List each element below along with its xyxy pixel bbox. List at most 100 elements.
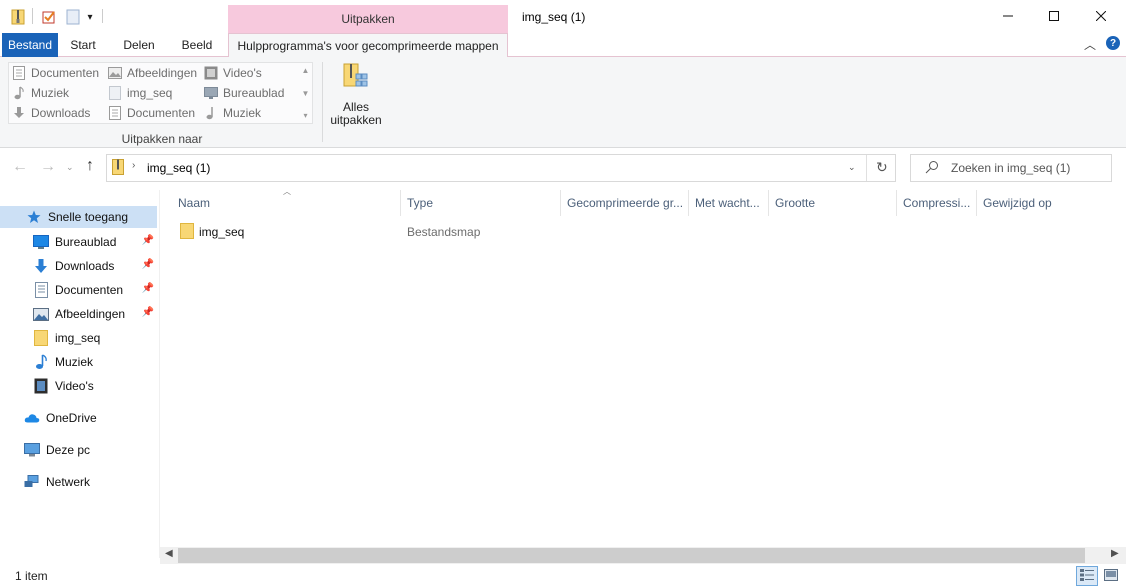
details-view-button[interactable] bbox=[1076, 566, 1098, 586]
address-bar[interactable] bbox=[106, 154, 896, 182]
pin-icon[interactable]: 📌 bbox=[142, 259, 154, 270]
this-pc-icon bbox=[24, 442, 40, 458]
large-icons-view-button[interactable] bbox=[1100, 566, 1122, 586]
table-row[interactable] bbox=[170, 220, 1120, 242]
scrollbar-thumb[interactable] bbox=[178, 548, 1085, 563]
address-path[interactable]: img_seq (1) bbox=[147, 161, 210, 175]
gallery-scrollbar[interactable]: ▲ ▼ ▾ bbox=[299, 63, 312, 123]
tab-start[interactable]: Start bbox=[60, 33, 106, 57]
status-item-count: 1 item bbox=[15, 569, 48, 583]
tab-bestand[interactable]: Bestand bbox=[2, 33, 58, 57]
maximize-button[interactable] bbox=[1031, 0, 1077, 32]
refresh-icon[interactable]: ↻ bbox=[876, 159, 888, 176]
pin-icon[interactable]: 📌 bbox=[142, 235, 154, 246]
extract-all-button[interactable]: Alles uitpakken bbox=[328, 62, 384, 127]
gallery-column: Afbeeldingen img_seq Documenten bbox=[108, 63, 197, 123]
tab-compressed-folder-tools[interactable]: Hulpprogramma's voor gecomprimeerde mapp… bbox=[228, 33, 508, 58]
column-header-type[interactable]: Type bbox=[407, 196, 433, 210]
large-icons-view-icon bbox=[1104, 568, 1118, 584]
divider bbox=[32, 8, 33, 24]
column-divider[interactable] bbox=[688, 190, 689, 216]
folder-icon bbox=[180, 223, 194, 242]
scroll-right-icon[interactable]: ▶ bbox=[1111, 548, 1119, 559]
gallery-item-label: img_seq bbox=[127, 86, 173, 100]
gallery-item[interactable]: Documenten bbox=[12, 63, 99, 83]
videos-icon bbox=[33, 378, 49, 394]
sidebar-item-label: Snelle toegang bbox=[48, 210, 129, 224]
zip-folder-icon[interactable] bbox=[10, 8, 26, 26]
sidebar-item-label: img_seq bbox=[55, 331, 101, 345]
help-icon[interactable]: ? bbox=[1106, 36, 1120, 50]
column-divider[interactable] bbox=[768, 190, 769, 216]
gallery-item[interactable]: Video's bbox=[204, 63, 284, 83]
scroll-left-icon[interactable]: ◀ bbox=[165, 548, 173, 559]
sidebar-item-label: Afbeeldingen bbox=[55, 307, 126, 321]
column-divider[interactable] bbox=[896, 190, 897, 216]
gallery-up-icon[interactable]: ▲ bbox=[302, 66, 310, 75]
up-button[interactable]: ↑ bbox=[86, 157, 94, 175]
column-header-compression[interactable]: Compressi... bbox=[903, 196, 970, 210]
column-header-size[interactable]: Grootte bbox=[775, 196, 815, 210]
gallery-more-icon[interactable]: ▾ bbox=[303, 111, 307, 120]
sidebar-item-onedrive[interactable]: OneDrive bbox=[0, 407, 157, 429]
sidebar-item-desktop[interactable]: Bureaublad 📌 bbox=[0, 231, 157, 253]
properties-icon[interactable] bbox=[40, 8, 58, 26]
sidebar-item-downloads[interactable]: Downloads 📌 bbox=[0, 255, 157, 277]
network-icon bbox=[24, 474, 40, 490]
sidebar-item-documents[interactable]: Documenten 📌 bbox=[0, 279, 157, 301]
column-divider[interactable] bbox=[976, 190, 977, 216]
close-button[interactable] bbox=[1078, 0, 1124, 32]
search-placeholder: Zoeken in img_seq (1) bbox=[951, 161, 1071, 175]
sidebar-item-videos[interactable]: Video's bbox=[0, 375, 157, 397]
gallery-item-label: Downloads bbox=[31, 106, 91, 120]
column-header-name[interactable]: Naam bbox=[178, 196, 210, 210]
zip-folder-icon bbox=[112, 159, 124, 178]
sidebar-item-music[interactable]: Muziek bbox=[0, 351, 157, 373]
gallery-item[interactable]: Muziek bbox=[12, 83, 99, 103]
new-folder-icon[interactable] bbox=[64, 8, 82, 26]
downloads-icon bbox=[12, 106, 26, 120]
breadcrumb-chevron-icon[interactable]: › bbox=[132, 160, 135, 171]
gallery-item-label: Video's bbox=[223, 66, 262, 80]
column-divider[interactable] bbox=[400, 190, 401, 216]
sidebar-item-pictures[interactable]: Afbeeldingen 📌 bbox=[0, 303, 157, 325]
column-header-compressed-size[interactable]: Gecomprimeerde gr... bbox=[567, 196, 683, 210]
gallery-item-label: Afbeeldingen bbox=[127, 66, 198, 80]
address-dropdown-icon[interactable]: ⌄ bbox=[848, 162, 856, 173]
context-tab-group-label: Uitpakken bbox=[341, 12, 395, 26]
file-name[interactable]: img_seq bbox=[199, 225, 244, 239]
recent-locations-icon[interactable]: ⌄ bbox=[66, 162, 74, 173]
minimize-button[interactable] bbox=[985, 0, 1031, 32]
gallery-item[interactable]: img_seq bbox=[108, 83, 197, 103]
music-icon bbox=[12, 86, 26, 100]
column-header-password[interactable]: Met wacht... bbox=[695, 196, 760, 210]
sidebar-item-label: Bureaublad bbox=[55, 235, 117, 249]
sidebar-item-network[interactable]: Netwerk bbox=[0, 471, 157, 493]
back-button[interactable]: ← bbox=[12, 158, 28, 176]
gallery-down-icon[interactable]: ▼ bbox=[302, 89, 310, 98]
pin-icon[interactable]: 📌 bbox=[142, 307, 154, 318]
gallery-item[interactable]: Muziek bbox=[204, 103, 284, 123]
tab-beeld[interactable]: Beeld bbox=[172, 33, 222, 57]
extract-all-label-line2: uitpakken bbox=[330, 113, 382, 127]
gallery-item[interactable]: Bureaublad bbox=[204, 83, 284, 103]
column-divider[interactable] bbox=[560, 190, 561, 216]
gallery-item[interactable]: Afbeeldingen bbox=[108, 63, 197, 83]
forward-button[interactable]: → bbox=[40, 158, 56, 176]
tab-delen[interactable]: Delen bbox=[114, 33, 164, 57]
details-view-icon bbox=[1080, 568, 1094, 584]
pictures-icon bbox=[33, 306, 49, 322]
customize-toolbar-icon[interactable]: ▾ bbox=[84, 8, 96, 26]
gallery-item-label: Documenten bbox=[31, 66, 100, 80]
sidebar-item-quick-access[interactable]: Snelle toegang bbox=[0, 206, 157, 228]
gallery-item[interactable]: Downloads bbox=[12, 103, 99, 123]
gallery-item[interactable]: Documenten bbox=[108, 103, 197, 123]
column-header-modified[interactable]: Gewijzigd op bbox=[983, 196, 1052, 210]
divider bbox=[866, 155, 867, 181]
collapse-ribbon-icon[interactable]: ︿ bbox=[1084, 36, 1096, 53]
sidebar-item-img-seq[interactable]: img_seq bbox=[0, 327, 157, 349]
gallery-item-label: Muziek bbox=[31, 86, 70, 100]
extract-all-label: Alles uitpakken bbox=[330, 101, 381, 127]
sidebar-item-this-pc[interactable]: Deze pc bbox=[0, 439, 157, 461]
pin-icon[interactable]: 📌 bbox=[142, 283, 154, 294]
